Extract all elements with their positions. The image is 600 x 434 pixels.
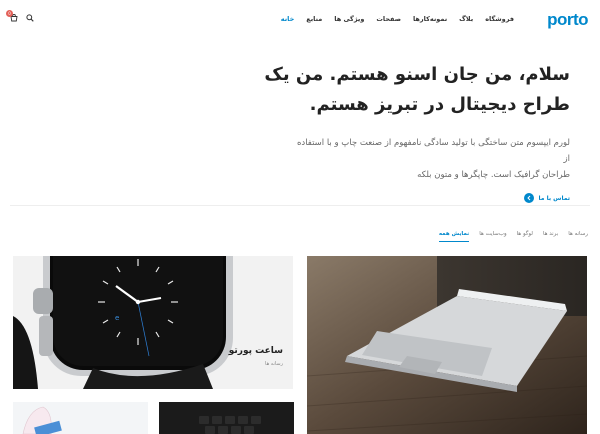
site-header: porto خانه منابع ویژگی ها صفحات نمونه‌کا… <box>0 0 600 40</box>
tab-brands[interactable]: برند ها <box>543 231 558 242</box>
nav-item-shop[interactable]: فروشگاه <box>485 15 514 23</box>
hero-title-line-2: طراح دیجیتال در تبریز هستم. <box>309 94 570 115</box>
svg-text:e: e <box>115 314 119 322</box>
portfolio-filter-tabs: نمایش همه وب‌سایت ها لوگو ها برند ها رسا… <box>438 231 588 242</box>
contact-button-label: تماس با ما <box>538 194 570 202</box>
hero-section: سلام، من جان اسنو هستم. من یک طراح دیجیت… <box>250 60 570 203</box>
hero-text-line-2: طراحان گرافیک است. چاپگرها و متون بلکه <box>417 170 570 180</box>
watch-image: e <box>13 256 293 389</box>
nav-item-pages[interactable]: صفحات <box>376 15 401 23</box>
cart-icon[interactable]: 0 <box>6 10 18 22</box>
hero-title: سلام، من جان اسنو هستم. من یک طراح دیجیت… <box>250 60 570 120</box>
nav-item-portfolio[interactable]: نمونه‌کارها <box>413 15 447 23</box>
hero-description: لورم ایپسوم متن ساختگی با تولید سادگی نا… <box>290 135 570 183</box>
nav-item-resources[interactable]: منابع <box>306 15 322 23</box>
tab-show-all[interactable]: نمایش همه <box>438 231 470 242</box>
nav-item-home[interactable]: خانه <box>281 15 295 23</box>
section-divider <box>10 205 590 206</box>
header-icons: 0 <box>6 10 34 22</box>
arrow-left-icon <box>523 193 534 203</box>
tab-logos[interactable]: لوگو ها <box>517 231 533 242</box>
hero-title-line-1: سلام، من جان اسنو هستم. من یک <box>264 64 570 85</box>
portfolio-item-watch[interactable]: e ساعت پورتو رسانه ها <box>13 256 293 389</box>
nav-item-blog[interactable]: بلاگ <box>459 15 473 23</box>
main-nav: خانه منابع ویژگی ها صفحات نمونه‌کارها بل… <box>281 15 514 23</box>
portfolio-image <box>13 402 148 434</box>
cart-count-badge: 0 <box>6 10 13 17</box>
site-logo[interactable]: porto <box>547 10 588 30</box>
search-icon[interactable] <box>26 14 34 22</box>
portfolio-item-bottom-1[interactable] <box>13 402 148 434</box>
contact-button[interactable]: تماس با ما <box>250 193 570 203</box>
laptop-image <box>307 256 587 434</box>
portfolio-image <box>159 402 294 434</box>
portfolio-item-bottom-2[interactable] <box>159 402 294 434</box>
tab-media[interactable]: رسانه ها <box>568 231 588 242</box>
watch-caption: ساعت پورتو رسانه ها <box>229 346 283 367</box>
tab-websites[interactable]: وب‌سایت ها <box>479 231 506 242</box>
hero-text-line-1: لورم ایپسوم متن ساختگی با تولید سادگی نا… <box>296 138 570 164</box>
portfolio-item-title[interactable]: ساعت پورتو <box>229 346 283 356</box>
nav-item-features[interactable]: ویژگی ها <box>334 15 364 23</box>
portfolio-item-laptop[interactable] <box>307 256 587 434</box>
portfolio-item-category[interactable]: رسانه ها <box>229 361 283 367</box>
